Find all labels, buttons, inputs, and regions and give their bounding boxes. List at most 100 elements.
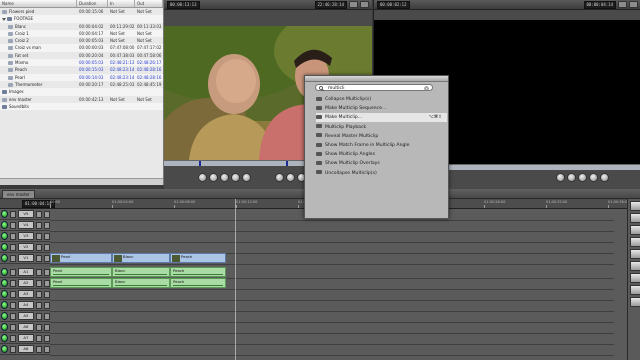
browser-row-out — [135, 88, 163, 95]
browser-row-out: Not Set — [137, 38, 152, 44]
video-clip[interactable]: Peach — [170, 253, 226, 263]
razor-tool[interactable] — [630, 261, 640, 271]
command-result-item[interactable]: Uncollapse Multiclip(s) — [316, 169, 447, 178]
command-result-item[interactable]: Multiclip Playback — [316, 123, 447, 132]
column-header-out[interactable]: Out — [135, 0, 163, 7]
canvas-view-popup-button[interactable] — [629, 1, 638, 8]
browser-row[interactable]: FOOTAGE — [0, 15, 163, 23]
audio-clip[interactable]: Peach — [170, 278, 226, 288]
browser-row[interactable]: Mixmo 00:00:05:03 02:48:21:13 02:48:26:17 — [0, 59, 163, 67]
canvas-play-button[interactable] — [578, 172, 587, 182]
audio-clip[interactable]: Blanc — [112, 278, 170, 288]
clear-search-icon[interactable] — [424, 86, 429, 91]
sequence-tab[interactable]: env master — [2, 190, 35, 199]
play-button[interactable] — [219, 172, 229, 182]
browser-row-out — [135, 103, 163, 110]
column-header-name[interactable]: Name — [0, 0, 77, 7]
command-result-item[interactable]: Show Multiclip Overlays — [316, 159, 447, 168]
audio-clip[interactable]: Pearl — [50, 278, 112, 288]
column-header-in[interactable]: In — [108, 0, 135, 7]
browser-row[interactable]: Croiz 1 00:00:04:17 Not Set Not Set — [0, 29, 163, 38]
in-point-marker[interactable] — [199, 161, 201, 166]
mark-clip-button[interactable] — [285, 172, 295, 182]
view-popup-button[interactable] — [360, 1, 369, 8]
zoom-popup-button[interactable] — [349, 1, 358, 8]
command-search-field[interactable]: multicli — [315, 84, 433, 91]
browser-row[interactable]: Images — [0, 88, 163, 96]
track-lane[interactable]: Pearl Blanc Peach — [50, 253, 614, 265]
command-result-item[interactable]: Reveal Master Multiclip — [316, 132, 447, 141]
command-result-item[interactable]: Make Multiclip... ⌥⌘⇧ — [316, 113, 447, 123]
clip-icon — [8, 39, 13, 44]
audio-clip[interactable]: Peach — [170, 267, 226, 277]
browser-row[interactable]: env master 00:00:42:13 Not Set Not Set — [0, 96, 163, 103]
browser-row-name: Flowers pied — [0, 8, 77, 15]
canvas-transport-controls — [524, 172, 640, 182]
column-header-duration[interactable]: Duration — [77, 0, 108, 7]
selection-tool[interactable] — [630, 201, 640, 211]
command-result-item[interactable]: Collapse Multiclip(s) — [316, 95, 447, 104]
browser-row[interactable]: Croiz 2 00:00:05:03 Not Set Not Set — [0, 37, 163, 44]
browser-row-in: 00:11:29:02 — [110, 23, 135, 29]
track-lane[interactable] — [50, 344, 614, 356]
browser-row[interactable]: Blanc 00:00:04:02 00:11:29:02 00:11:33:03 — [0, 23, 163, 30]
canvas-toolbar: 00:00:02:12 00:00:04:14 — [374, 0, 640, 10]
browser-row[interactable]: Thermometer 00:00:20:17 02:48:25:03 02:48:4… — [0, 81, 163, 88]
viewer-duration-timecode[interactable]: 00:00:13:13 — [167, 0, 200, 9]
play-in-out-button[interactable] — [208, 172, 218, 182]
command-palette-titlebar[interactable] — [305, 76, 448, 82]
browser-row[interactable]: Croiz vs man 00:00:00:03 07:47:08:00 07:47:… — [0, 44, 163, 52]
clip-icon — [8, 53, 13, 58]
browser-row-in: 02:48:23:14 — [110, 74, 135, 80]
track-select-tool[interactable] — [630, 225, 640, 235]
canvas-prev-edit-button[interactable] — [556, 172, 565, 182]
command-result-item[interactable]: Show Match Frame in Multiclip Angle — [316, 141, 447, 150]
video-clip[interactable]: Blanc — [112, 253, 170, 263]
browser-row[interactable]: Soundbits — [0, 102, 163, 111]
viewer-current-timecode[interactable]: 22:46:28:14 — [314, 0, 347, 9]
canvas-play-in-out-button[interactable] — [567, 172, 576, 182]
slip-tool[interactable] — [630, 249, 640, 259]
out-point-marker[interactable] — [286, 161, 288, 166]
play-around-button[interactable] — [230, 172, 240, 182]
command-result-item[interactable]: Show Multiclip Angles — [316, 150, 447, 159]
browser-row-duration: 00:00:15:03 — [79, 67, 104, 73]
zoom-tool[interactable] — [630, 273, 640, 283]
prev-edit-button[interactable] — [197, 172, 207, 182]
disclosure-triangle-icon[interactable] — [2, 17, 6, 21]
canvas-play-around-button[interactable] — [589, 172, 598, 182]
browser-row-name: Croiz 2 — [0, 37, 77, 44]
edit-select-tool[interactable] — [630, 213, 640, 223]
canvas-zoom-popup-button[interactable] — [618, 1, 627, 8]
browser-row-in: Not Set — [110, 96, 125, 102]
browser-row-in: 00:47:38:03 — [110, 52, 135, 58]
roll-tool[interactable] — [630, 237, 640, 247]
browser-row-duration — [77, 88, 108, 95]
playhead[interactable] — [235, 199, 236, 360]
track-lanes: Pearl Blanc Peach Pearl Blanc Peach Pearl Blanc… — [0, 209, 627, 360]
command-result-item[interactable]: Make Multiclip Sequence... — [316, 104, 447, 113]
canvas-next-edit-button[interactable] — [600, 172, 609, 182]
canvas-current-timecode[interactable]: 00:00:04:14 — [583, 0, 616, 9]
browser-row[interactable]: Peach 00:00:15:03 02:48:23:14 02:48:28:16 — [0, 66, 163, 73]
canvas-duration-timecode[interactable]: 00:00:02:12 — [377, 0, 410, 9]
browser-row-name: env master — [0, 96, 77, 103]
browser-row-label: Flowers pied — [9, 9, 35, 14]
crop-tool[interactable] — [630, 285, 640, 295]
browser-row[interactable]: Fat set 00:00:20:04 00:47:38:03 00:47:58:06 — [0, 52, 163, 59]
browser-row[interactable]: Pearl 00:00:14:03 02:48:23:14 02:48:28:16 — [0, 73, 163, 81]
command-result-label: Reveal Master Multiclip — [325, 133, 379, 139]
match-frame-button[interactable] — [274, 172, 284, 182]
ruler-timecode-label: 01:00:04:00 — [112, 200, 134, 204]
browser-row[interactable]: Flowers pied 00:00:15:06 Not Set Not Set — [0, 8, 163, 15]
audio-clip[interactable]: Blanc — [112, 267, 170, 277]
clip-icon — [8, 75, 13, 80]
clip-label: Pearl — [53, 279, 63, 284]
video-clip[interactable]: Pearl — [50, 253, 112, 263]
browser-row-in: 02:48:23:14 — [110, 67, 135, 73]
command-result-label: Show Match Frame in Multiclip Angle — [325, 143, 410, 148]
pen-tool[interactable] — [630, 297, 640, 307]
next-edit-button[interactable] — [241, 172, 251, 182]
audio-clip[interactable]: Pearl — [50, 267, 112, 277]
clip-label: Peach — [181, 254, 193, 259]
